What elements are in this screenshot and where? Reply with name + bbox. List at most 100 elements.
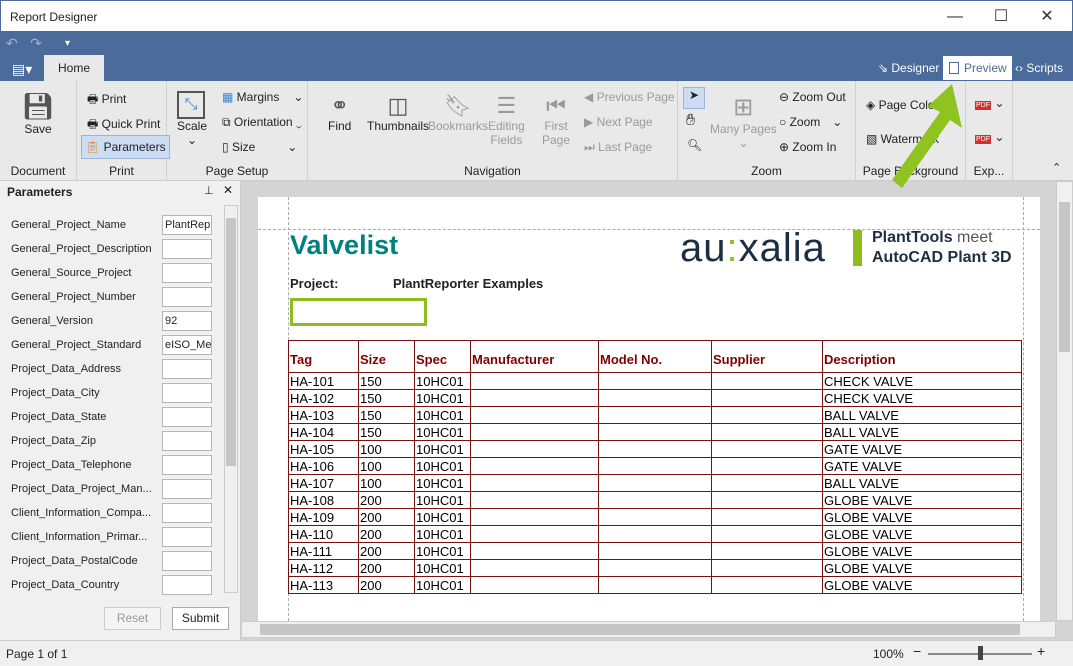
redo-icon[interactable]: ↷: [30, 35, 42, 52]
parameter-input[interactable]: [162, 503, 212, 523]
send-pdf-button[interactable]: PDF ⌄: [975, 130, 1004, 144]
zoom-in-icon: ⊕: [779, 140, 793, 154]
parameter-input[interactable]: [162, 479, 212, 499]
hand-tool-icon[interactable]: ✋︎: [686, 112, 695, 130]
zoom-in-icon[interactable]: +: [1037, 643, 1045, 659]
label: Size: [231, 140, 256, 154]
title-bar: Report Designer — ☐ ✕: [0, 0, 1073, 31]
scroll-thumb[interactable]: [260, 624, 1020, 635]
margins-button[interactable]: ▦ Margins ⌄: [222, 90, 303, 104]
tab-label: Scripts: [1026, 61, 1064, 75]
parameter-input[interactable]: [162, 287, 212, 307]
pointer-tool[interactable]: ➤: [683, 87, 705, 109]
status-bar: Page 1 of 1 100% − +: [0, 640, 1073, 666]
first-page-button[interactable]: ⏮ First Page: [542, 93, 570, 147]
submit-button[interactable]: Submit: [172, 607, 229, 630]
bookmarks-button[interactable]: 🔖︎ Bookmarks: [428, 93, 488, 133]
zoom-in-button[interactable]: ⊕ Zoom In: [779, 140, 836, 154]
parameter-input[interactable]: [162, 455, 212, 475]
report-title: Valvelist: [290, 230, 399, 260]
parameter-input[interactable]: [162, 383, 212, 403]
scale-button[interactable]: ⤡ Scale ⌄: [177, 91, 207, 147]
parameter-input[interactable]: [162, 431, 212, 451]
parameter-input[interactable]: PlantRep: [162, 215, 212, 235]
watermark-button[interactable]: ▧ Watermark: [866, 132, 939, 146]
horizontal-scrollbar[interactable]: [241, 621, 1056, 638]
tab-designer[interactable]: ⇘ Designer: [876, 56, 943, 80]
size-button[interactable]: ▯ Size ⌄: [222, 140, 297, 154]
zoom-out-icon[interactable]: −: [913, 643, 921, 659]
next-page-button[interactable]: ▶ Next Page: [584, 115, 653, 129]
close-panel-icon[interactable]: ✕: [223, 183, 233, 197]
customize-icon[interactable]: ▾: [65, 38, 70, 49]
parameter-input[interactable]: [162, 239, 212, 259]
table-cell: HA-107: [288, 474, 359, 492]
undo-icon[interactable]: ↶: [6, 35, 18, 52]
parameter-input[interactable]: [162, 407, 212, 427]
group-label: Zoom: [751, 164, 782, 178]
maximize-button[interactable]: ☐: [978, 5, 1024, 29]
app-menu-icon[interactable]: ▤▾: [12, 61, 32, 78]
orientation-button[interactable]: ⧉ Orientation ⌄: [222, 115, 302, 130]
table-cell: 200: [358, 525, 415, 543]
label: Watermark: [880, 132, 939, 146]
zoom-button[interactable]: ○ Zoom ⌄: [779, 115, 842, 129]
parameter-input[interactable]: [162, 551, 212, 571]
tab-scripts[interactable]: ‹› Scripts: [1013, 56, 1067, 80]
binoculars-icon: ⚭: [330, 93, 349, 118]
parameter-input[interactable]: [162, 575, 212, 595]
parameter-label: General_Project_Description: [11, 243, 152, 255]
page-color-button[interactable]: ◈ Page Color: [866, 98, 939, 112]
many-pages-icon: ⊞: [733, 94, 754, 121]
logo-tagline: PlantTools meet: [872, 229, 993, 246]
label: Parameters: [103, 140, 166, 154]
reset-button[interactable]: Reset: [104, 607, 161, 630]
label: Many Pages: [710, 122, 777, 136]
zoom-out-icon: ⊖: [779, 90, 793, 104]
column-header: Model No.: [598, 340, 712, 373]
parameter-input[interactable]: 92: [162, 311, 212, 331]
magnifier-tool-icon[interactable]: 🔍︎: [687, 138, 702, 152]
tab-home[interactable]: Home: [44, 55, 105, 81]
margin-line: [1023, 197, 1024, 621]
thumbnails-button[interactable]: ◫ Thumbnails: [367, 93, 429, 133]
minimize-button[interactable]: —: [932, 5, 978, 29]
table-cell: 100: [358, 474, 415, 492]
parameter-input[interactable]: eISO_Me: [162, 335, 212, 355]
table-cell: 100: [358, 457, 415, 475]
zoom-slider-thumb[interactable]: [978, 646, 983, 660]
find-button[interactable]: ⚭ Find: [328, 93, 351, 133]
previous-page-button[interactable]: ◀ Previous Page: [584, 90, 675, 104]
table-cell: HA-103: [288, 406, 359, 424]
print-button[interactable]: 🖶 Print: [87, 90, 126, 111]
parameters-button[interactable]: 📋︎ Parameters: [81, 135, 170, 159]
parameter-input[interactable]: [162, 527, 212, 547]
export-pdf-button[interactable]: PDF ⌄: [975, 96, 1004, 110]
save-button[interactable]: 💾︎ Save: [18, 91, 58, 136]
parameter-input[interactable]: [162, 359, 212, 379]
table-cell: GLOBE VALVE: [822, 491, 1022, 509]
scroll-thumb[interactable]: [1059, 202, 1070, 352]
scroll-thumb[interactable]: [226, 218, 236, 466]
panel-title: Parameters: [7, 185, 73, 199]
close-button[interactable]: ✕: [1024, 5, 1070, 29]
tab-preview[interactable]: Preview: [943, 56, 1012, 80]
zoom-out-button[interactable]: ⊖ Zoom Out: [779, 90, 846, 104]
many-pages-button[interactable]: ⊞ Many Pages ⌄: [710, 93, 777, 150]
parameter-label: Project_Data_Country: [11, 579, 120, 591]
vertical-scrollbar[interactable]: [1056, 181, 1073, 621]
parameter-label: Project_Data_Project_Man...: [11, 483, 152, 495]
panel-scrollbar[interactable]: [224, 205, 238, 593]
quick-print-button[interactable]: 🖶 Quick Print: [87, 115, 160, 136]
collapse-ribbon-icon[interactable]: ⌃: [1052, 161, 1061, 174]
table-cell: [470, 525, 599, 543]
parameter-input[interactable]: [162, 263, 212, 283]
last-page-button[interactable]: ⏭ Last Page: [584, 140, 652, 155]
editing-fields-button[interactable]: ☰ Editing Fields: [488, 93, 525, 147]
label: Quick Print: [101, 117, 161, 131]
column-header: Spec: [414, 340, 471, 373]
label: Zoom: [789, 115, 821, 129]
pin-icon[interactable]: ⊥: [204, 184, 214, 197]
table-cell: [470, 457, 599, 475]
table-cell: 200: [358, 559, 415, 577]
